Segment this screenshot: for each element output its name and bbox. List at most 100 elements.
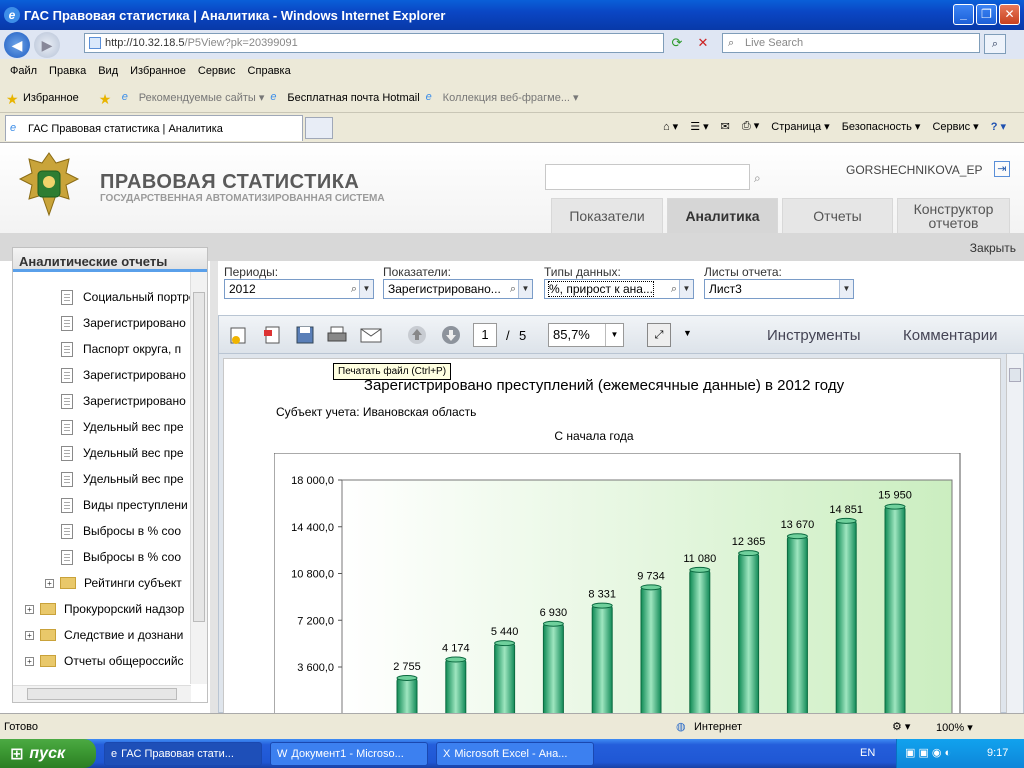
fullscreen-icon[interactable]: ⤢	[647, 323, 671, 347]
viewer-vertical-scrollbar[interactable]	[1006, 354, 1023, 713]
tree-item[interactable]: Паспорт округа, п	[61, 338, 181, 360]
tray-icons[interactable]: ▣ ▣ ◉ ◐	[905, 746, 951, 759]
tree-folder[interactable]: + Следствие и дознани	[25, 624, 183, 646]
new-tab-button[interactable]	[305, 117, 333, 139]
tools-menu[interactable]: Сервис ▾	[932, 120, 978, 133]
tree-item[interactable]: Виды преступлени	[61, 494, 188, 516]
sheets-select[interactable]: Лист3 ▼	[704, 279, 854, 299]
viewer-toolbar: 1 / 5 85,7% ▼ ⤢ ▼ Инструменты Комментарии	[219, 316, 1024, 354]
page-menu[interactable]: Страница ▾	[771, 120, 829, 133]
mail-icon[interactable]: ✉	[721, 120, 730, 133]
expand-icon[interactable]: +	[45, 578, 54, 588]
taskbar-word[interactable]: W Документ1 - Microso...	[270, 741, 428, 766]
tree-item[interactable]: Удельный вес пре	[61, 468, 184, 490]
expand-icon[interactable]: +	[25, 656, 34, 666]
site-search-input[interactable]	[545, 164, 750, 190]
print-icon[interactable]	[325, 323, 349, 347]
tree-folder[interactable]: + Прокурорский надзор	[25, 598, 184, 620]
tree-item[interactable]: Зарегистрировано	[61, 390, 186, 412]
favorites-button[interactable]: ★ Избранное	[6, 91, 79, 107]
tree-item[interactable]: Зарегистрировано	[61, 364, 186, 386]
tree-vertical-scrollbar[interactable]	[190, 272, 207, 684]
taskbar-excel[interactable]: X Microsoft Excel - Ана...	[436, 741, 594, 766]
fav-link-hotmail[interactable]: e Бесплатная почта Hotmail	[270, 91, 419, 105]
chart-bar	[591, 605, 613, 713]
tree-folder[interactable]: + Отчеты общероссийс	[25, 650, 184, 672]
language-indicator[interactable]: EN	[860, 747, 875, 759]
chevron-down-icon[interactable]: ▼	[683, 328, 692, 338]
tree-item[interactable]: Выбросы в % соо	[61, 546, 181, 568]
chart-bar	[689, 569, 711, 713]
expand-icon[interactable]: +	[25, 604, 34, 614]
tree-item[interactable]: Удельный вес пре	[61, 416, 184, 438]
tree-horizontal-scrollbar[interactable]	[13, 685, 191, 702]
menu-view[interactable]: Вид	[92, 65, 124, 77]
feeds-icon[interactable]: ☰ ▾	[690, 120, 708, 133]
browser-tab[interactable]: e ГАС Правовая статистика | Аналитика	[5, 115, 303, 141]
protected-mode-icon[interactable]: ⚙ ▾	[892, 720, 910, 733]
address-host: http://10.32.18.5	[105, 37, 185, 49]
status-bar: Готово ◍ Интернет ⚙ ▾ 100% ▾	[0, 713, 1024, 739]
menu-favorites[interactable]: Избранное	[124, 65, 192, 77]
menu-edit[interactable]: Правка	[43, 65, 92, 77]
tree-item[interactable]: Социальный портрет	[61, 286, 191, 308]
save-copy-icon[interactable]	[227, 323, 251, 347]
home-icon[interactable]: ⌂ ▾	[663, 120, 678, 133]
logout-icon[interactable]: ⇥	[994, 161, 1010, 177]
bar-value-label: 12 365	[732, 536, 766, 548]
save-icon[interactable]	[293, 323, 317, 347]
document-icon	[61, 289, 73, 305]
search-icon[interactable]: ⌕	[754, 171, 761, 186]
status-text: Готово	[4, 721, 38, 733]
live-search-input[interactable]: ⌕ Live Search	[722, 33, 980, 53]
forward-button[interactable]: ▶	[34, 31, 60, 58]
tab-report-builder[interactable]: Конструктор отчетов	[897, 198, 1010, 234]
comments-button[interactable]: Комментарии	[903, 327, 997, 344]
next-page-icon[interactable]	[439, 323, 463, 347]
tree-item[interactable]: Зарегистрировано	[61, 312, 186, 334]
back-button[interactable]: ◀	[4, 31, 30, 58]
zoom-value: 85,7%	[553, 327, 590, 342]
datatypes-select[interactable]: %, прирост к ана... ⌕ ▼	[544, 279, 694, 299]
taskbar-ie[interactable]: e ГАС Правовая стати...	[104, 741, 262, 766]
chart-bar-cap	[542, 620, 564, 627]
menu-tools[interactable]: Сервис	[192, 65, 242, 77]
email-icon[interactable]	[359, 323, 383, 347]
tree-folder[interactable]: + Рейтинги субъект	[45, 572, 182, 594]
panel-splitter[interactable]	[210, 261, 218, 713]
safety-menu[interactable]: Безопасность ▾	[842, 120, 921, 133]
previous-page-icon[interactable]	[405, 323, 429, 347]
tab-analytics[interactable]: Аналитика	[667, 198, 778, 234]
close-link[interactable]: Закрыть	[970, 241, 1016, 255]
tree-item[interactable]: Выбросы в % соо	[61, 520, 181, 542]
zoom-level[interactable]: 100% ▾	[936, 721, 973, 734]
periods-select[interactable]: 2012 ⌕ ▼	[224, 279, 374, 299]
tree-item[interactable]: Удельный вес пре	[61, 442, 184, 464]
stop-icon[interactable]: ✕	[694, 35, 712, 53]
menu-help[interactable]: Справка	[242, 65, 297, 77]
excel-icon: X	[443, 747, 451, 760]
print-icon[interactable]: ⎙ ▾	[742, 119, 759, 133]
menu-file[interactable]: Файл	[4, 65, 43, 77]
tools-button[interactable]: Инструменты	[767, 327, 861, 344]
search-go-button[interactable]: ⌕	[984, 34, 1006, 54]
address-field[interactable]: http://10.32.18.5/P5View?pk=20399091	[84, 33, 664, 53]
help-icon[interactable]: ? ▾	[991, 120, 1006, 133]
create-pdf-icon[interactable]	[261, 323, 285, 347]
close-button[interactable]: ✕	[999, 4, 1020, 25]
fav-link-suggested[interactable]: e Рекомендуемые сайты ▾	[122, 91, 265, 105]
start-button[interactable]: ⊞ пуск	[0, 739, 96, 768]
folder-icon	[40, 655, 56, 667]
tab-reports[interactable]: Отчеты	[782, 198, 893, 234]
tab-indicators[interactable]: Показатели	[551, 198, 663, 234]
expand-icon[interactable]: +	[25, 630, 34, 640]
add-favorite-icon[interactable]: ★	[99, 91, 116, 107]
fav-link-webslices[interactable]: e Коллекция веб-фрагме... ▾	[426, 91, 579, 105]
zoom-select[interactable]: 85,7% ▼	[548, 323, 624, 347]
indicators-select[interactable]: Зарегистрировано... ⌕ ▼	[383, 279, 533, 299]
refresh-icon[interactable]: ⟳	[668, 35, 686, 53]
maximize-button[interactable]: ❐	[976, 4, 997, 25]
minimize-button[interactable]: _	[953, 4, 974, 25]
page-number-input[interactable]: 1	[473, 323, 497, 347]
datatypes-value: %, прирост к ана...	[548, 281, 654, 297]
